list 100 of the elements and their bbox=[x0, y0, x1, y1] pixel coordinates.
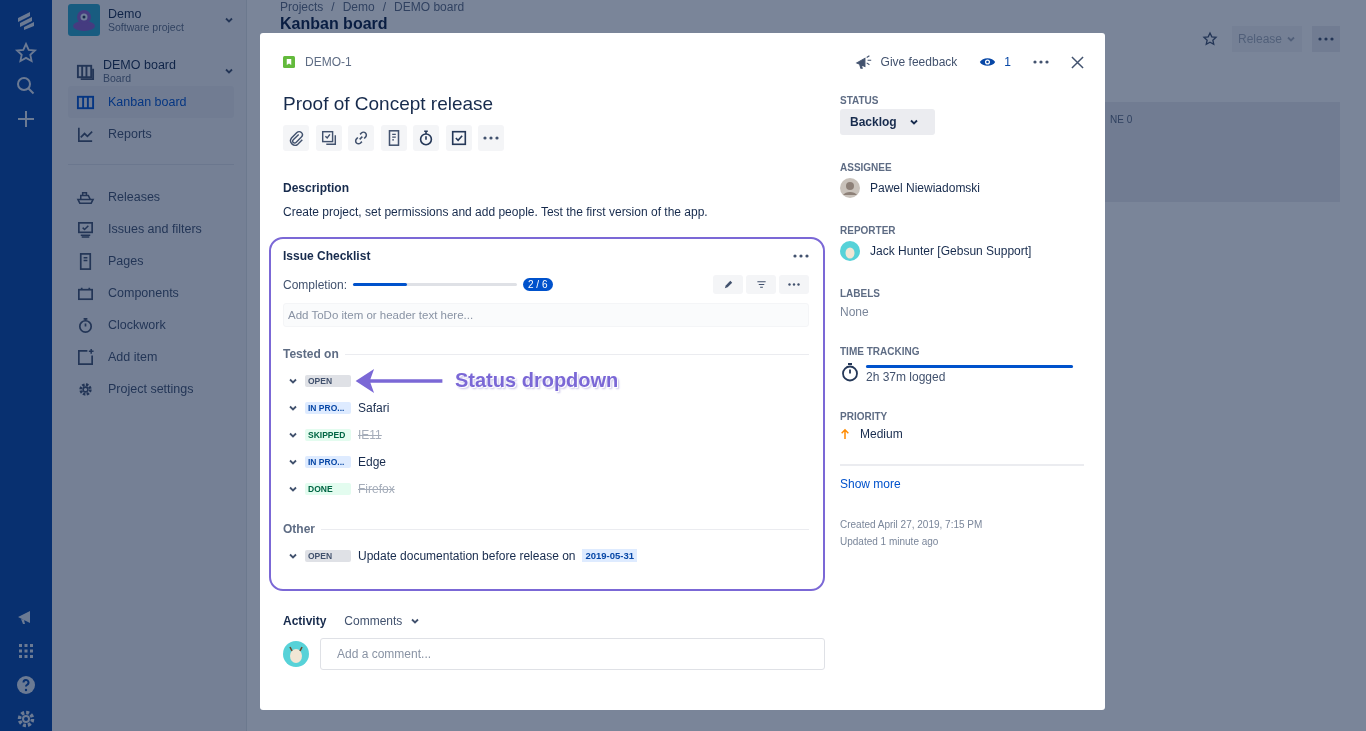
sidebar-item[interactable]: Add item bbox=[68, 341, 234, 373]
sidebar-item[interactable]: Clockwork bbox=[68, 309, 234, 341]
page-button[interactable] bbox=[380, 125, 407, 151]
checkbox-icon bbox=[449, 129, 468, 147]
breadcrumb-link[interactable]: Demo bbox=[342, 0, 375, 14]
monitor-icon bbox=[76, 219, 95, 239]
project-type: Software project bbox=[108, 21, 185, 33]
filter-icon bbox=[755, 279, 767, 290]
field-label: ASSIGNEE bbox=[840, 162, 892, 173]
more-icon bbox=[793, 254, 809, 258]
sidebar-item[interactable]: Kanban board bbox=[68, 86, 234, 118]
star-icon[interactable] bbox=[14, 41, 38, 65]
checklist-item-text: Update documentation before release on bbox=[358, 548, 576, 563]
time-logged: 2h 37m logged bbox=[866, 370, 947, 384]
sidebar-item[interactable]: Issues and filters bbox=[68, 213, 234, 245]
comment-input[interactable]: Add a comment... bbox=[320, 638, 825, 670]
description-text: Create project, set permissions and add people. Test the first version of the app. bbox=[283, 205, 709, 219]
stopwatch-icon bbox=[417, 129, 435, 147]
checklist-item-text: Edge bbox=[358, 454, 387, 469]
checklist-item-text: Safari bbox=[358, 400, 390, 415]
field-label: LABELS bbox=[840, 288, 880, 299]
field-label: PRIORITY bbox=[840, 411, 888, 422]
sidebar-item[interactable]: Releases bbox=[68, 181, 234, 213]
breadcrumb-link[interactable]: Projects bbox=[280, 0, 324, 14]
breadcrumb-separator: / bbox=[382, 0, 387, 14]
status-button[interactable]: Backlog bbox=[840, 109, 935, 135]
completion-count: 2 / 6 bbox=[523, 278, 553, 291]
updated-date: Updated 1 minute ago bbox=[840, 536, 939, 547]
field-label: REPORTER bbox=[840, 225, 896, 236]
checklist-item-text: IE11 bbox=[358, 427, 382, 442]
subtask-button[interactable] bbox=[315, 125, 342, 151]
watch-button[interactable]: 1 bbox=[979, 55, 1011, 69]
sidebar-item[interactable]: Project settings bbox=[68, 373, 234, 405]
more-icon bbox=[483, 136, 499, 140]
status-dropdown[interactable]: IN PRO... bbox=[305, 455, 351, 468]
close-icon bbox=[1071, 55, 1084, 69]
status-dropdown[interactable]: OPEN bbox=[305, 549, 351, 562]
chevron-down-icon bbox=[908, 117, 919, 127]
paperclip-icon bbox=[287, 129, 305, 147]
checklist-title: Issue Checklist bbox=[283, 249, 371, 263]
issue-key[interactable]: DEMO-1 bbox=[305, 55, 352, 69]
created-date: Created April 27, 2019, 7:15 PM bbox=[840, 519, 983, 530]
more-icon bbox=[788, 283, 800, 286]
page-title: Kanban board bbox=[280, 15, 388, 32]
project-avatar-icon bbox=[68, 4, 100, 36]
feedback-button[interactable]: Give feedback bbox=[854, 53, 958, 71]
todo-input[interactable]: Add ToDo item or header text here... bbox=[283, 303, 809, 327]
more-icon bbox=[1033, 60, 1049, 64]
issue-title: Proof of Concept release bbox=[283, 93, 495, 115]
attach-button[interactable] bbox=[283, 125, 309, 151]
breadcrumb-link[interactable]: DEMO board bbox=[394, 0, 465, 14]
chevron-down-icon bbox=[410, 616, 421, 626]
stopwatch-icon bbox=[840, 362, 860, 382]
checklist-button[interactable] bbox=[445, 125, 472, 151]
show-more-link[interactable]: Show more bbox=[840, 477, 901, 491]
reporter-name[interactable]: Jack Hunter [Gebsun Support] bbox=[870, 244, 1032, 258]
story-icon bbox=[283, 56, 295, 68]
help-icon[interactable] bbox=[14, 673, 38, 697]
assignee-name[interactable]: Pawel Niewiadomski bbox=[870, 181, 981, 195]
filter-button[interactable] bbox=[746, 275, 776, 294]
chevron-down-icon bbox=[1286, 34, 1296, 44]
edit-button[interactable] bbox=[713, 275, 743, 294]
completion-label: Completion: bbox=[283, 277, 348, 292]
avatar-icon bbox=[840, 178, 860, 198]
field-label: TIME TRACKING bbox=[840, 346, 920, 357]
due-date: 2019-05-31 bbox=[582, 549, 638, 562]
star-icon[interactable] bbox=[1201, 31, 1218, 47]
eye-icon bbox=[979, 56, 997, 68]
link-button[interactable] bbox=[348, 125, 374, 151]
close-button[interactable] bbox=[1071, 55, 1084, 69]
stopwatch-icon bbox=[76, 315, 95, 335]
board-type: Board bbox=[103, 72, 133, 84]
avatar-icon bbox=[283, 641, 309, 667]
sidebar-item[interactable]: Components bbox=[68, 277, 234, 309]
arrow-up-icon bbox=[840, 428, 850, 440]
timer-button[interactable] bbox=[413, 125, 439, 151]
field-label: STATUS bbox=[840, 95, 879, 106]
column-header: NE 0 bbox=[1110, 114, 1133, 125]
checklist-item-text: Firefox bbox=[358, 481, 395, 496]
pencil-icon bbox=[722, 279, 734, 290]
sidebar-item[interactable]: Pages bbox=[68, 245, 234, 277]
status-dropdown[interactable]: SKIPPED bbox=[305, 428, 351, 441]
status-dropdown[interactable]: IN PRO... bbox=[305, 401, 351, 414]
sidebar-item[interactable]: Reports bbox=[68, 118, 234, 150]
more-icon bbox=[1318, 37, 1334, 41]
chevron-down-icon bbox=[224, 15, 234, 25]
priority-value: Medium bbox=[860, 427, 903, 441]
project-name: Demo bbox=[108, 7, 143, 21]
status-dropdown[interactable]: DONE bbox=[305, 482, 351, 495]
breadcrumb-separator: / bbox=[331, 0, 335, 14]
comments-dropdown[interactable]: Comments bbox=[344, 614, 421, 628]
description-heading: Description bbox=[283, 181, 350, 195]
subtask-icon bbox=[319, 129, 338, 147]
more-button[interactable] bbox=[793, 254, 809, 258]
status-dropdown[interactable]: OPEN bbox=[305, 374, 351, 387]
chevron-down-icon bbox=[224, 66, 234, 76]
board-name: DEMO board bbox=[103, 58, 177, 72]
megaphone-icon bbox=[854, 53, 873, 71]
labels-value: None bbox=[840, 305, 869, 319]
more-button[interactable] bbox=[1033, 60, 1049, 64]
